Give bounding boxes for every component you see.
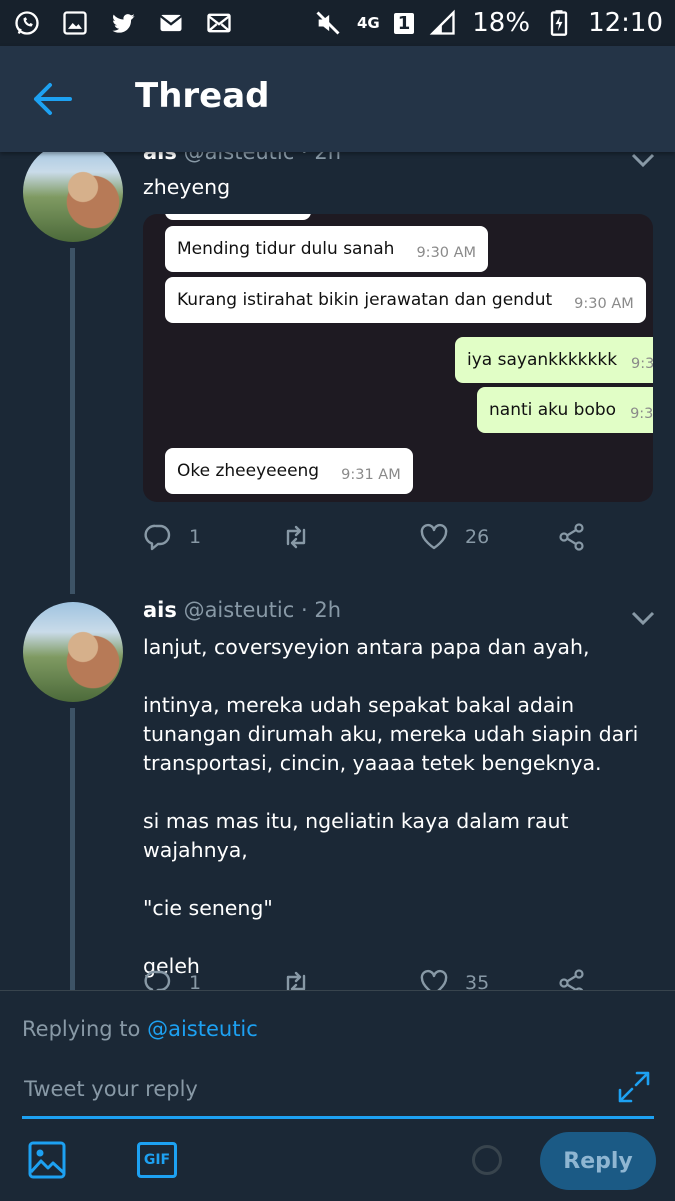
reply-input[interactable] <box>22 1071 584 1107</box>
status-bar: 4G 1 18% 12:10 <box>0 0 675 46</box>
tweet-actions: 1 35 <box>143 968 603 990</box>
retweet-action[interactable] <box>281 522 311 552</box>
page-title: Thread <box>135 76 270 116</box>
heart-icon <box>420 969 448 990</box>
tweet-time: 2h <box>314 152 341 164</box>
tweet-text: lanjut, coversyeyion antara papa dan aya… <box>143 635 639 978</box>
heart-icon <box>420 523 448 550</box>
gif-label: GIF <box>143 1152 171 1168</box>
back-arrow-icon[interactable] <box>32 82 72 116</box>
tweet-author[interactable]: ais @aisteutic · 2h <box>143 598 341 622</box>
like-count: 26 <box>465 526 490 548</box>
twitter-bird-icon <box>108 10 138 36</box>
email-icon <box>156 10 186 36</box>
retweet-icon <box>286 525 306 549</box>
reply-composer: Replying to @aisteutic GIF Reply <box>0 990 675 1201</box>
reply-count: 1 <box>189 526 202 548</box>
author-name: ais <box>143 598 177 622</box>
whatsapp-icon <box>12 10 42 36</box>
gallery-icon <box>60 10 90 36</box>
like-action[interactable]: 26 <box>419 522 489 552</box>
share-action[interactable] <box>557 522 587 552</box>
chat-bubble-sent: iya sayankkkkkkk 9:31 <box>455 337 653 383</box>
replying-to-label: Replying to @aisteutic <box>22 1017 258 1041</box>
chat-screenshot-image[interactable]: Mending tidur dulu sanah 9:30 AM Kurang … <box>143 214 653 502</box>
share-icon <box>559 969 584 990</box>
chat-bubble-partial <box>165 214 311 220</box>
reply-action[interactable]: 1 <box>143 968 201 990</box>
thread-connector-line <box>70 708 75 990</box>
image-icon[interactable] <box>28 1141 66 1179</box>
chat-bubble: Oke zheeyeeeng 9:31 AM <box>165 448 413 494</box>
share-icon <box>559 523 584 551</box>
tweet-actions: 1 26 <box>143 522 603 562</box>
tweet-text: zheyeng <box>143 175 231 199</box>
avatar[interactable] <box>23 602 123 702</box>
input-underline <box>22 1116 654 1119</box>
avatar[interactable] <box>23 152 123 242</box>
reply-count: 1 <box>189 972 202 990</box>
battery-percent: 18% <box>472 8 531 38</box>
thread-list[interactable]: ais @aisteutic · 2h zheyeng Mending tidu… <box>0 152 675 990</box>
author-handle: @aisteutic <box>183 598 295 622</box>
network-type: 4G <box>356 14 380 32</box>
chat-bubble: Mending tidur dulu sanah 9:30 AM <box>165 226 489 272</box>
chevron-down-icon[interactable] <box>630 610 656 626</box>
replying-to-handle[interactable]: @aisteutic <box>147 1017 258 1041</box>
like-action[interactable]: 35 <box>419 968 489 990</box>
like-count: 35 <box>465 972 490 990</box>
gif-button[interactable]: GIF <box>137 1142 177 1178</box>
chevron-down-icon[interactable] <box>630 152 656 168</box>
app-header: Thread <box>0 46 675 152</box>
thread-connector-line <box>70 248 75 594</box>
reply-action[interactable]: 1 <box>143 522 201 552</box>
sim-indicator: 1 <box>393 12 415 34</box>
tweet-time: 2h <box>314 598 341 622</box>
expand-icon[interactable] <box>616 1069 652 1105</box>
share-action[interactable] <box>557 968 587 990</box>
tweet-author[interactable]: ais @aisteutic · 2h <box>143 152 341 164</box>
reply-button[interactable]: Reply <box>540 1132 656 1190</box>
signal-icon <box>428 9 458 36</box>
mail-icon <box>204 10 234 36</box>
battery-charging-icon <box>544 10 574 36</box>
mute-icon <box>313 10 343 36</box>
reply-icon <box>144 524 171 551</box>
chat-bubble: Kurang istirahat bikin jerawatan dan gen… <box>165 277 646 323</box>
retweet-icon <box>286 971 306 990</box>
author-name: ais <box>143 152 177 164</box>
clock: 12:10 <box>588 8 663 38</box>
character-count-ring <box>472 1145 502 1175</box>
author-handle: @aisteutic <box>183 152 295 164</box>
reply-icon <box>144 970 171 990</box>
chat-bubble-sent: nanti aku bobo 9:31 <box>477 387 653 433</box>
retweet-action[interactable] <box>281 968 311 990</box>
